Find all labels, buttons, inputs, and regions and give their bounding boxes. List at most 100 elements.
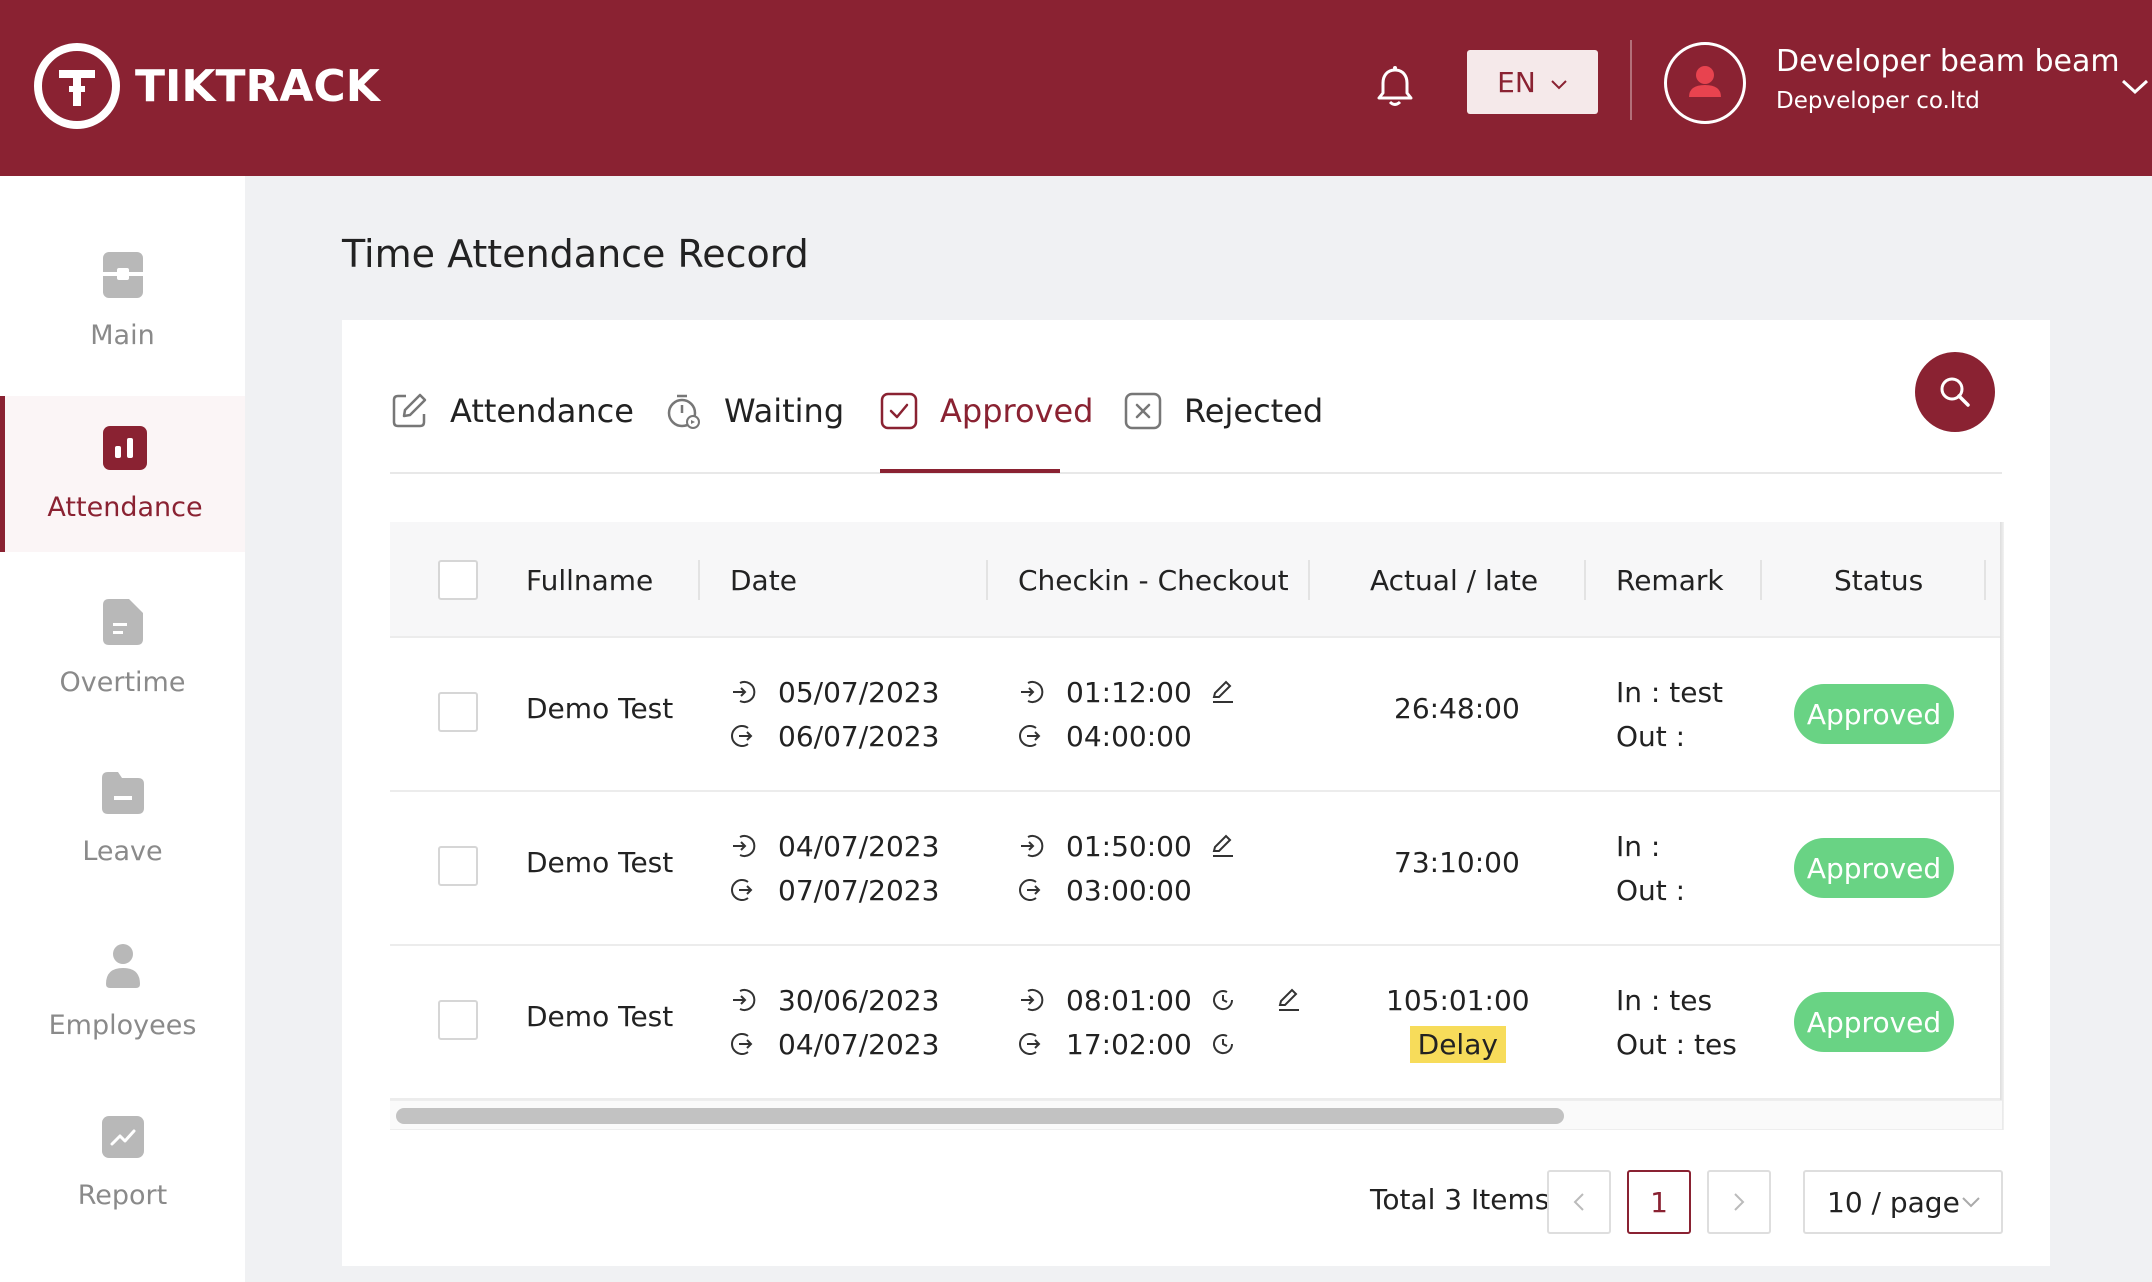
user-menu-chevron-icon[interactable]	[2120, 78, 2150, 96]
main-icon	[102, 252, 143, 298]
checkin-time: 01:12:00	[1066, 675, 1192, 709]
user-company: Depveloper co.ltd	[1776, 88, 1980, 114]
checkout-icon	[731, 725, 753, 747]
header-divider	[1630, 40, 1632, 120]
row-checkbox-cell	[438, 1000, 478, 1040]
page-title: Time Attendance Record	[342, 232, 809, 276]
language-selector[interactable]: EN	[1467, 50, 1598, 114]
table-row[interactable]: Demo Test 30/06/2023 04/07/2023 08:01:00…	[390, 946, 2002, 1100]
page-1-button[interactable]: 1	[1627, 1170, 1691, 1234]
checkin-time: 08:01:00	[1066, 983, 1192, 1017]
status-badge: Approved	[1794, 838, 1954, 898]
remark-cell: In : tes Out : tes	[1616, 978, 1737, 1066]
sidebar-item-label: Attendance	[47, 492, 203, 523]
select-all-checkbox[interactable]	[438, 560, 478, 600]
sidebar-item-overtime[interactable]: Overtime	[0, 599, 245, 755]
col-date[interactable]: Date	[730, 522, 797, 638]
column-separator	[1984, 560, 1986, 600]
actual-time: 105:01:00	[1386, 983, 1530, 1017]
brand-logo[interactable]: TIKTRACK	[33, 42, 380, 130]
actual-late-cell: 105:01:00 Delay	[1386, 978, 1530, 1066]
checkout-icon	[1019, 725, 1041, 747]
sidebar-item-label: Overtime	[59, 667, 186, 698]
tab-approved[interactable]: Approved	[880, 385, 1093, 437]
row-checkbox[interactable]	[438, 692, 478, 732]
remark-cell: In : Out :	[1616, 824, 1685, 912]
avatar[interactable]	[1664, 42, 1746, 124]
attendance-icon	[103, 426, 147, 470]
checkout-time: 03:00:00	[1066, 873, 1192, 907]
checkin-icon	[1021, 681, 1044, 703]
checkout-icon	[1019, 1033, 1041, 1055]
row-checkbox[interactable]	[438, 846, 478, 886]
checkout-time: 17:02:00	[1066, 1027, 1192, 1061]
clock-history-icon[interactable]	[1210, 1031, 1236, 1057]
date-in: 30/06/2023	[778, 983, 940, 1017]
remark-in: In : tes	[1616, 983, 1713, 1017]
checkin-checkout-cell: 01:12:00 04:00:00	[1018, 670, 1258, 758]
remark-out: Out : tes	[1616, 1027, 1737, 1061]
remark-in: In : test	[1616, 675, 1724, 709]
date-cell: 05/07/2023 06/07/2023	[730, 670, 939, 758]
fullname-cell: Demo Test	[526, 692, 674, 725]
top-header: TIKTRACK EN Developer beam beam Depvelop…	[0, 0, 2152, 176]
status-badge: Approved	[1794, 992, 1954, 1052]
column-separator	[1308, 560, 1310, 600]
next-page-button[interactable]	[1707, 1170, 1771, 1234]
date-out: 07/07/2023	[778, 873, 940, 907]
table-fixed-column-shadow	[2000, 522, 2004, 1130]
checkout-icon	[731, 1033, 753, 1055]
search-button[interactable]	[1915, 352, 1995, 432]
col-checkin-checkout[interactable]: Checkin - Checkout	[1018, 522, 1289, 638]
user-name[interactable]: Developer beam beam	[1776, 44, 2120, 79]
checkin-icon	[1021, 989, 1044, 1011]
row-checkbox-cell	[438, 846, 478, 886]
tab-label: Waiting	[724, 392, 845, 430]
notification-bell-icon[interactable]	[1370, 62, 1420, 112]
sidebar-item-main[interactable]: Main	[0, 252, 245, 408]
actual-late-cell: 73:10:00	[1394, 846, 1520, 879]
date-out: 06/07/2023	[778, 719, 940, 753]
column-separator	[1760, 560, 1762, 600]
actual-late-cell: 26:48:00	[1394, 692, 1520, 725]
checkin-icon	[1021, 835, 1044, 857]
col-status[interactable]: Status	[1834, 522, 1923, 638]
tiktrack-logo-icon	[34, 43, 120, 129]
checkin-icon	[733, 989, 756, 1011]
col-actual-late[interactable]: Actual / late	[1370, 522, 1538, 638]
table-row[interactable]: Demo Test 05/07/2023 06/07/2023 01:12:00…	[390, 638, 2002, 792]
remark-in: In :	[1616, 829, 1661, 863]
prev-page-button[interactable]	[1547, 1170, 1611, 1234]
column-separator	[986, 560, 988, 600]
sidebar-item-report[interactable]: Report	[0, 1116, 245, 1272]
remark-out: Out :	[1616, 719, 1686, 753]
scrollbar-thumb[interactable]	[396, 1108, 1564, 1124]
table-row[interactable]: Demo Test 04/07/2023 07/07/2023 01:50:00…	[390, 792, 2002, 946]
page-size-select[interactable]: 10 / page	[1803, 1170, 2003, 1234]
tab-waiting[interactable]: Waiting	[666, 385, 844, 437]
checkin-icon	[733, 835, 756, 857]
status-tabs: Attendance Waiting Approved Rejected	[390, 385, 2002, 475]
remark-cell: In : test Out :	[1616, 670, 1723, 758]
language-label: EN	[1497, 65, 1536, 99]
tab-label: Approved	[940, 392, 1094, 430]
checkout-icon	[1019, 879, 1041, 901]
clock-history-icon[interactable]	[1210, 987, 1236, 1013]
edit-pencil-icon[interactable]	[1210, 679, 1236, 705]
col-fullname[interactable]: Fullname	[526, 522, 653, 638]
col-remark[interactable]: Remark	[1616, 522, 1724, 638]
sidebar-item-leave[interactable]: Leave	[0, 772, 245, 928]
tab-attendance[interactable]: Attendance	[390, 385, 634, 437]
employees-icon	[105, 944, 140, 988]
tab-rejected[interactable]: Rejected	[1124, 385, 1323, 437]
edit-pencil-icon[interactable]	[1276, 987, 1302, 1013]
checkin-checkout-cell: 08:01:00 17:02:00	[1018, 978, 1324, 1066]
page-size-value: 10 / page	[1827, 1185, 1960, 1219]
edit-icon	[392, 393, 427, 428]
sidebar-item-employees[interactable]: Employees	[0, 944, 245, 1100]
edit-pencil-icon[interactable]	[1210, 833, 1236, 859]
table-header: Fullname Date Checkin - Checkout Actual …	[390, 522, 2002, 638]
row-checkbox[interactable]	[438, 1000, 478, 1040]
report-icon	[101, 1116, 144, 1158]
sidebar-item-attendance[interactable]: Attendance	[0, 396, 245, 552]
